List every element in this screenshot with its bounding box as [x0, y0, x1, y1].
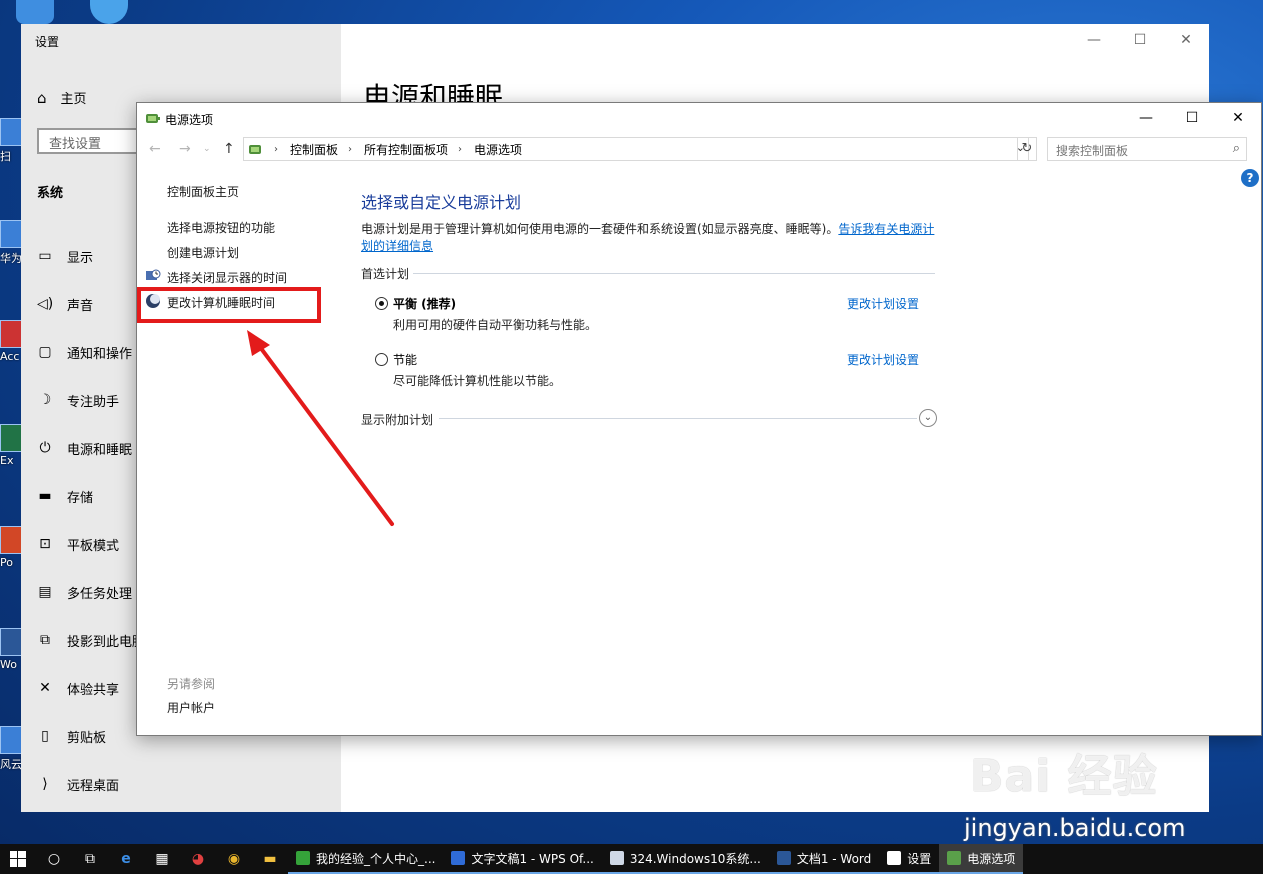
- taskbar-app-button[interactable]: 324.Windows10系统...: [601, 844, 769, 874]
- taskbar-app-icon: [609, 851, 624, 865]
- taskbar-app-label: 我的经验_个人中心_...: [316, 851, 436, 866]
- taskbar-app-icon: [451, 851, 466, 865]
- taskbar-apps: 我的经验_个人中心_... 文字文稿1 - WPS Of... 324.Window…: [288, 844, 1024, 874]
- taskbar-app-label: 设置: [907, 851, 932, 866]
- edge-browser-icon[interactable]: e: [108, 844, 144, 874]
- taskbar-app-button[interactable]: 电源选项: [939, 844, 1024, 874]
- taskbar-app-button[interactable]: 文字文稿1 - WPS Of...: [443, 844, 602, 874]
- taskbar-app-icon: [296, 851, 310, 865]
- taskbar-app-button[interactable]: 我的经验_个人中心_...: [288, 844, 444, 874]
- calculator-icon[interactable]: ▦: [144, 844, 180, 874]
- watermark-logo: Bai 经验: [970, 751, 1158, 802]
- taskbar-app-label: 电源选项: [967, 851, 1016, 866]
- taskbar-app-label: 文字文稿1 - WPS Of...: [471, 851, 594, 866]
- taskbar: ○ ⧉ e ▦ ◕ ◉ ▬ 我的经验_个人中心_... 文字文稿1 - WPS O…: [0, 844, 1263, 874]
- file-explorer-icon[interactable]: ▬: [252, 844, 288, 874]
- chrome-icon[interactable]: ◉: [216, 844, 252, 874]
- taskbar-app-button[interactable]: 设置: [879, 844, 940, 874]
- taskbar-app-label: 文档1 - Word: [796, 851, 872, 866]
- taskbar-app-icon: [776, 851, 791, 865]
- windows-start-icon[interactable]: [0, 844, 36, 874]
- task-view-icon[interactable]: ⧉: [72, 844, 108, 874]
- taskbar-app-button[interactable]: 文档1 - Word: [768, 844, 880, 874]
- app-red-icon[interactable]: ◕: [180, 844, 216, 874]
- taskbar-app-icon: [887, 851, 902, 865]
- baidu-watermark: Bai 经验 jingyan.baidu.com: [964, 740, 1210, 850]
- taskbar-app-label: 324.Windows10系统...: [629, 851, 761, 866]
- taskbar-app-icon: [947, 851, 962, 865]
- watermark-url: jingyan.baidu.com: [964, 814, 1186, 842]
- search-circle-icon[interactable]: ○: [36, 844, 72, 874]
